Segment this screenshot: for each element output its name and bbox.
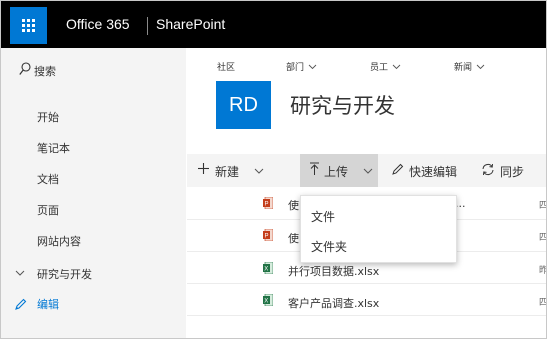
nav-item-home[interactable]: 开始 [37, 109, 59, 125]
svg-text:X: X [264, 267, 268, 273]
sharepoint-link[interactable]: SharePoint [156, 16, 225, 32]
sharepoint-window: Office 365 SharePoint 搜索 开始 笔记本 文档 页面 网站… [0, 0, 547, 339]
chevron-down-icon [476, 64, 485, 70]
file-modified: 四 [539, 295, 546, 308]
nav-item-research-dev[interactable]: 研究与开发 [37, 266, 92, 282]
top-nav-label: 新闻 [454, 63, 473, 73]
top-nav-community[interactable]: 社区 [217, 60, 235, 73]
office-365-link[interactable]: Office 365 [66, 16, 130, 32]
site-logo[interactable]: RD [216, 81, 271, 129]
upload-files-menu-item[interactable]: 文件 [311, 208, 335, 225]
sync-icon [482, 163, 494, 176]
file-modified: 昨 [539, 263, 546, 276]
excel-file-icon: X [263, 262, 273, 274]
excel-file-icon: X [263, 294, 273, 306]
file-name[interactable]: 使 [288, 230, 299, 246]
file-name[interactable]: 客户产品调查.xlsx [288, 295, 379, 311]
search-label: 搜索 [34, 65, 56, 78]
chevron-down-icon [363, 168, 373, 174]
left-navigation: 搜索 开始 笔记本 文档 页面 网站内容 研究与开发 编辑 [1, 48, 186, 338]
waffle-icon[interactable] [10, 7, 47, 44]
chevron-down-icon [254, 168, 264, 174]
powerpoint-file-icon: P [263, 197, 273, 209]
search-icon [19, 62, 31, 75]
sync-label: 同步 [500, 165, 525, 179]
new-label: 新建 [215, 165, 240, 179]
file-name[interactable]: 并行项目数据.xlsx [288, 263, 379, 279]
nav-item-site-contents[interactable]: 网站内容 [37, 233, 81, 249]
file-modified: 四 [539, 230, 546, 243]
chevron-down-icon [308, 64, 317, 70]
top-nav-news[interactable]: 新闻 [454, 60, 485, 73]
powerpoint-file-icon: P [263, 229, 273, 241]
pencil-icon [15, 298, 27, 310]
suite-bar: Office 365 SharePoint [1, 1, 546, 48]
edit-links-button[interactable]: 编辑 [37, 296, 59, 312]
top-nav-departments[interactable]: 部门 [286, 60, 317, 73]
upload-folder-menu-item[interactable]: 文件夹 [311, 238, 347, 255]
quick-edit-label: 快速编辑 [409, 165, 458, 179]
plus-icon [198, 163, 209, 174]
top-nav-employees[interactable]: 员工 [370, 60, 401, 73]
chevron-down-icon [392, 64, 401, 70]
suite-divider [147, 17, 148, 35]
pencil-icon [392, 163, 404, 175]
svg-text:P: P [265, 234, 269, 240]
nav-item-documents[interactable]: 文档 [37, 171, 59, 187]
site-title: 研究与开发 [290, 94, 395, 118]
nav-item-notebook[interactable]: 笔记本 [37, 140, 70, 156]
top-nav-label: 社区 [217, 63, 236, 73]
nav-item-pages[interactable]: 页面 [37, 202, 59, 218]
upload-label: 上传 [324, 165, 349, 179]
svg-text:X: X [264, 299, 268, 305]
upload-arrow-icon [310, 162, 319, 175]
chevron-down-icon[interactable] [15, 270, 25, 277]
svg-text:P: P [265, 202, 269, 208]
top-nav-label: 部门 [286, 63, 305, 73]
top-nav-label: 员工 [370, 63, 389, 73]
file-modified: 四 [539, 198, 546, 211]
upload-dropdown-menu: 文件 文件夹 [300, 195, 457, 263]
file-name[interactable]: 使 [288, 197, 299, 213]
